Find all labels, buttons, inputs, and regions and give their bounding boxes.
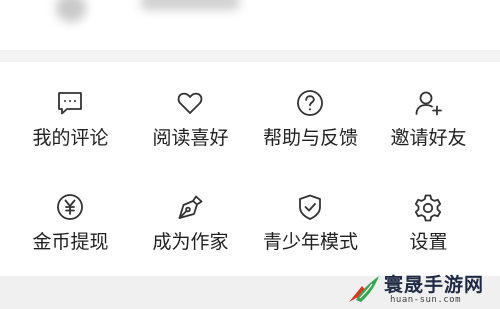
menu-item-label: 青少年模式 — [262, 231, 358, 253]
watermark: 寰晟手游网 huan-sun.com — [340, 264, 500, 309]
profile-text-blurred — [140, 0, 240, 10]
menu-item-my-comments[interactable]: 我的评论 — [8, 62, 133, 162]
menu-item-label: 邀请好友 — [390, 127, 467, 149]
menu-item-teen-mode[interactable]: 青少年模式 — [248, 166, 373, 266]
pen-nib-icon — [175, 192, 205, 222]
menu-item-settings[interactable]: 设置 — [366, 166, 491, 266]
menu-item-become-author[interactable]: 成为作家 — [128, 166, 253, 266]
section-divider — [0, 50, 500, 62]
gear-icon — [413, 192, 443, 222]
menu-item-label: 阅读喜好 — [152, 127, 229, 149]
menu-item-label: 金币提现 — [32, 231, 109, 253]
watermark-title: 寰晟手游网 — [384, 274, 485, 296]
yuan-coin-icon — [55, 192, 85, 222]
watermark-url: huan-sun.com — [390, 295, 462, 305]
comment-icon — [55, 88, 85, 118]
profile-header-cropped — [0, 0, 500, 50]
menu-item-reading-preferences[interactable]: 阅读喜好 — [128, 62, 253, 162]
menu-item-label: 帮助与反馈 — [262, 127, 358, 149]
shield-check-icon — [295, 192, 325, 222]
help-icon — [295, 88, 325, 118]
function-menu-grid: 我的评论 阅读喜好 帮助与反馈 邀请好友 金币提现 成为作家 青少年模式 设置 — [0, 62, 500, 276]
avatar — [56, 0, 86, 22]
add-user-icon — [413, 88, 443, 118]
heart-icon — [175, 88, 205, 118]
menu-item-invite-friends[interactable]: 邀请好友 — [366, 62, 491, 162]
menu-item-label: 我的评论 — [32, 127, 109, 149]
menu-item-coin-withdrawal[interactable]: 金币提现 — [8, 166, 133, 266]
watermark-logo-icon — [346, 272, 382, 306]
menu-item-help-feedback[interactable]: 帮助与反馈 — [248, 62, 373, 162]
menu-item-label: 设置 — [409, 231, 448, 253]
menu-item-label: 成为作家 — [152, 231, 229, 253]
